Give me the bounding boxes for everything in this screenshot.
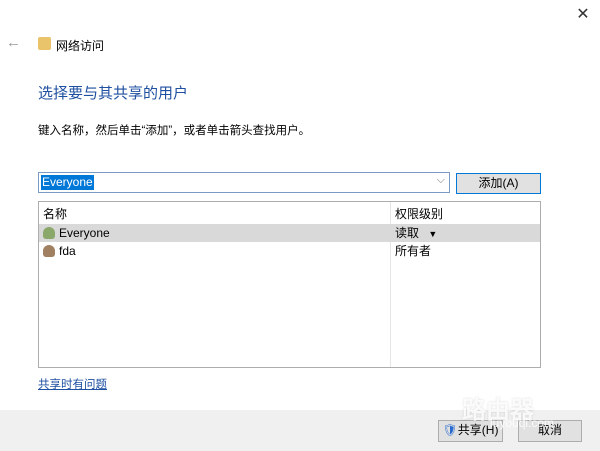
permission-dropdown[interactable]: 读取 ▼	[395, 224, 437, 243]
page-heading: 选择要与其共享的用户	[38, 85, 189, 102]
back-arrow-icon[interactable]: ←	[6, 34, 21, 51]
group-icon	[43, 227, 55, 239]
window-title: 网络访问	[56, 39, 105, 53]
dropdown-arrow-icon[interactable]: ▼	[428, 229, 437, 239]
watermark-url: luyouqi.com	[490, 416, 555, 430]
user-icon	[43, 245, 55, 257]
permission-value: 读取	[395, 226, 420, 240]
user-list[interactable]: 名称 权限级别 Everyone 读取 ▼ fda 所有者	[38, 201, 541, 368]
list-row[interactable]: Everyone 读取 ▼	[39, 224, 540, 242]
close-button[interactable]: ✕	[572, 4, 594, 26]
network-users-icon	[38, 37, 51, 50]
uac-shield-icon: 🛡	[442, 423, 458, 437]
instruction-text: 键入名称，然后单击“添加”，或者单击箭头查找用户。	[38, 125, 311, 137]
list-header: 名称 权限级别	[39, 205, 540, 223]
help-link[interactable]: 共享时有问题	[38, 376, 107, 392]
add-button[interactable]: 添加(A)	[456, 173, 541, 194]
column-header-name[interactable]: 名称	[43, 205, 67, 223]
column-header-permission[interactable]: 权限级别	[395, 205, 443, 223]
chevron-down-icon[interactable]: ⌵	[437, 174, 445, 187]
row-name: fda	[59, 244, 76, 258]
combo-value[interactable]: Everyone	[41, 175, 94, 190]
permission-value: 所有者	[395, 244, 432, 258]
row-name: Everyone	[59, 226, 110, 240]
user-combobox[interactable]: Everyone ⌵	[38, 172, 450, 193]
list-row[interactable]: fda 所有者	[39, 242, 540, 260]
